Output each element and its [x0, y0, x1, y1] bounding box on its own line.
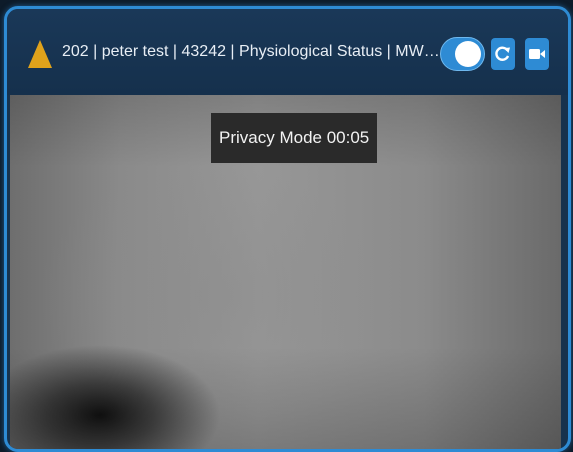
video-camera-icon — [529, 49, 545, 59]
video-camera-button[interactable] — [525, 38, 549, 70]
panel-header: 202 | peter test | 43242 | Physiological… — [7, 9, 568, 95]
camera-panel: 202 | peter test | 43242 | Physiological… — [4, 6, 571, 452]
privacy-mode-badge: Privacy Mode 00:05 — [211, 113, 378, 163]
toggle-knob — [455, 41, 481, 67]
refresh-icon — [495, 46, 510, 61]
refresh-button[interactable] — [491, 38, 515, 70]
warning-icon — [28, 40, 52, 68]
video-feed[interactable]: Privacy Mode 00:05 — [10, 95, 561, 449]
privacy-toggle[interactable] — [440, 37, 485, 71]
panel-title: 202 | peter test | 43242 | Physiological… — [62, 43, 440, 60]
